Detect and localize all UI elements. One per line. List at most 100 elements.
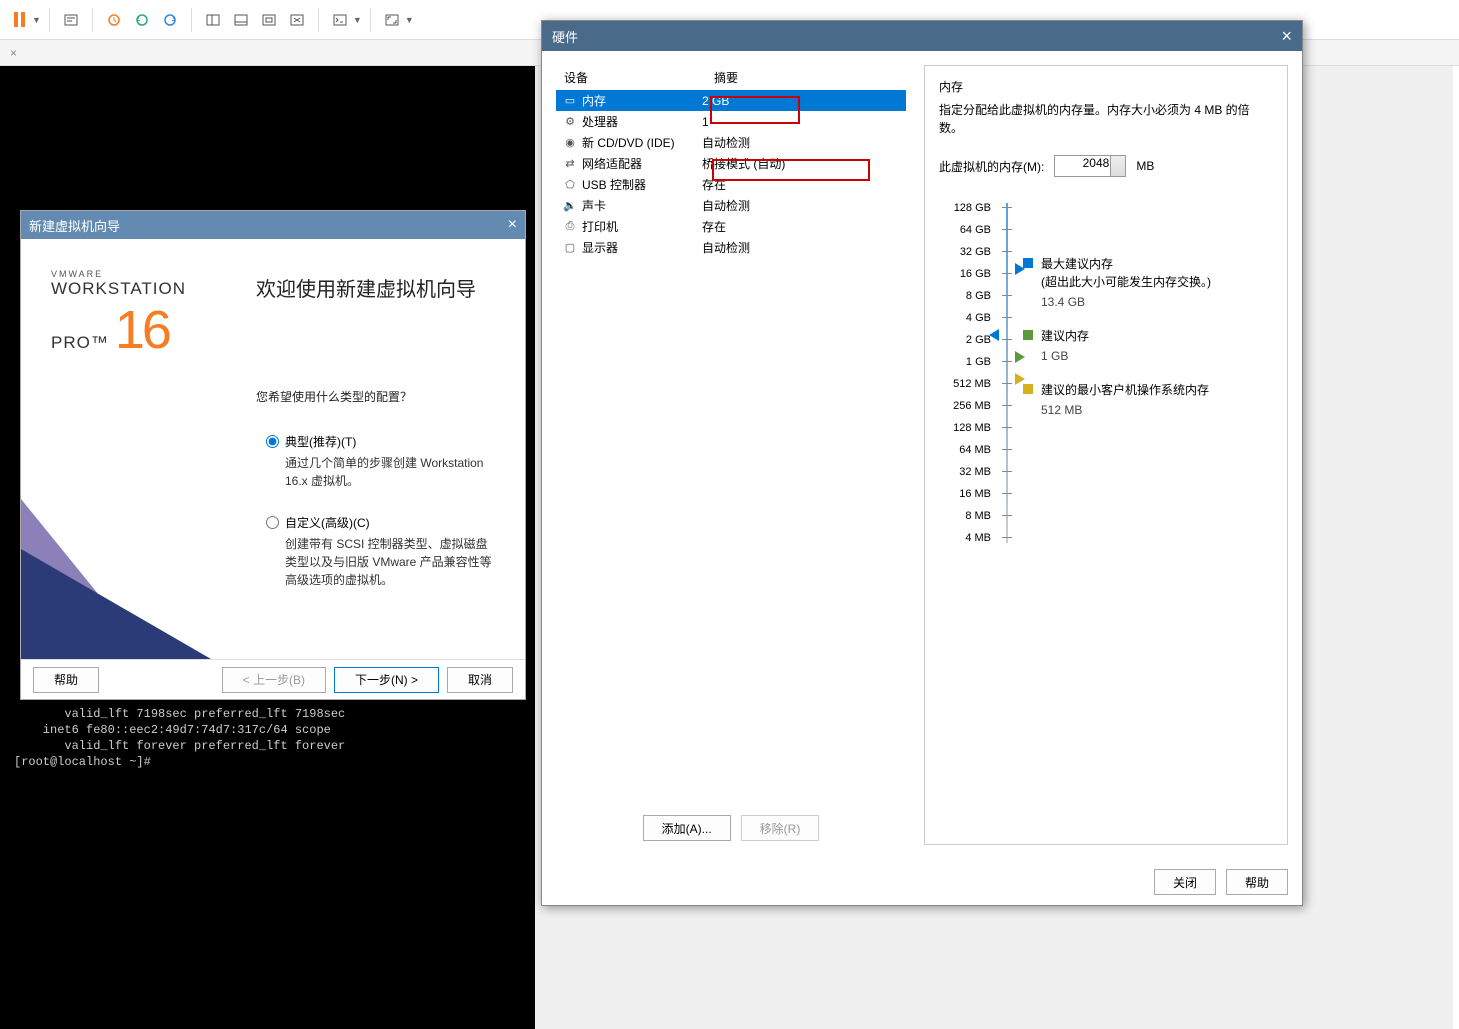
tab-close-icon[interactable]: × <box>0 46 27 60</box>
add-button[interactable]: 添加(A)... <box>643 815 731 841</box>
scale-label: 128 GB <box>939 197 991 219</box>
option-typical-desc: 通过几个简单的步骤创建 Workstation 16.x 虚拟机。 <box>285 454 495 490</box>
help-button[interactable]: 帮助 <box>33 667 99 693</box>
wizard-footer: 帮助 < 上一步(B) 下一步(N) > 取消 <box>21 659 525 699</box>
cd-icon: ◉ <box>562 135 578 151</box>
device-name: 处理器 <box>582 113 618 130</box>
hardware-footer: 关闭 帮助 <box>542 859 1302 905</box>
option-custom[interactable]: 自定义(高级)(C) 创建带有 SCSI 控制器类型、虚拟磁盘类型以及与旧版 V… <box>266 514 495 589</box>
device-summary: 自动检测 <box>702 134 750 151</box>
marker-max-icon <box>1015 263 1025 275</box>
scale-label: 16 GB <box>939 263 991 285</box>
scale-label: 2 GB <box>939 329 991 351</box>
device-name: 打印机 <box>582 218 618 235</box>
close-button[interactable]: 关闭 <box>1154 869 1216 895</box>
scale-label: 16 MB <box>939 483 991 505</box>
memory-unit: MB <box>1136 159 1154 173</box>
memory-scale-labels: 128 GB64 GB32 GB16 GB8 GB4 GB2 GB1 GB512… <box>939 197 991 549</box>
scale-label: 128 MB <box>939 417 991 439</box>
console-button[interactable] <box>327 7 353 33</box>
device-row-net[interactable]: ⇄网络适配器桥接模式 (自动) <box>556 153 906 174</box>
vmware-logo: VMWARE WORKSTATION PRO™ 16 <box>51 269 221 361</box>
memory-spinner[interactable]: 2048 <box>1054 155 1126 177</box>
device-summary: 2 GB <box>702 94 729 108</box>
device-row-cd[interactable]: ◉新 CD/DVD (IDE)自动检测 <box>556 132 906 153</box>
wizard-titlebar: 新建虚拟机向导 × <box>21 211 525 239</box>
option-custom-desc: 创建带有 SCSI 控制器类型、虚拟磁盘类型以及与旧版 VMware 产品兼容性… <box>285 535 495 589</box>
send-button[interactable] <box>58 7 84 33</box>
device-row-cpu[interactable]: ⚙处理器 1 <box>556 111 906 132</box>
split-view-button[interactable] <box>200 7 226 33</box>
radio-typical[interactable] <box>266 435 279 448</box>
single-view-button[interactable] <box>228 7 254 33</box>
remove-button: 移除(R) <box>741 815 820 841</box>
device-summary: 自动检测 <box>702 239 750 256</box>
cancel-button[interactable]: 取消 <box>447 667 513 693</box>
wizard-title-text: 新建虚拟机向导 <box>29 216 120 235</box>
device-summary: 存在 <box>702 218 726 235</box>
hardware-dialog: 硬件 × 设备 摘要 ▭内存2 GB⚙处理器1◉新 CD/DVD (IDE)自动… <box>541 20 1303 906</box>
green-square-icon <box>1023 330 1033 340</box>
dropdown-icon[interactable]: ▼ <box>32 15 41 25</box>
dropdown-icon[interactable]: ▼ <box>353 15 362 25</box>
device-summary: 存在 <box>702 176 726 193</box>
marker-current-icon <box>989 329 999 341</box>
device-row-sound[interactable]: 🔉声卡 自动检测 <box>556 195 906 216</box>
fit-guest-button[interactable] <box>256 7 282 33</box>
memory-slider-track[interactable] <box>999 197 1015 549</box>
close-icon[interactable]: × <box>1281 26 1292 47</box>
back-button: < 上一步(B) <box>222 667 326 693</box>
dropdown-icon[interactable]: ▼ <box>405 15 414 25</box>
help-button[interactable]: 帮助 <box>1226 869 1288 895</box>
scale-label: 4 MB <box>939 527 991 549</box>
option-custom-label: 自定义(高级)(C) <box>285 514 370 531</box>
hardware-titlebar: 硬件 × <box>542 21 1302 51</box>
device-row-usb[interactable]: ⬠USB 控制器存在 <box>556 174 906 195</box>
device-name: 显示器 <box>582 239 618 256</box>
net-icon: ⇄ <box>562 156 578 172</box>
memory-label: 此虚拟机的内存(M): <box>939 158 1044 175</box>
close-icon[interactable]: × <box>508 216 517 234</box>
device-summary: 桥接模式 (自动) <box>702 155 785 172</box>
manage-button[interactable] <box>157 7 183 33</box>
device-row-display[interactable]: ▢显示器 自动检测 <box>556 237 906 258</box>
wizard-question: 您希望使用什么类型的配置？ <box>256 388 495 405</box>
snapshot-button[interactable] <box>101 7 127 33</box>
device-row-memory[interactable]: ▭内存 2 GB <box>556 90 906 111</box>
usb-icon: ⬠ <box>562 177 578 193</box>
hardware-device-list: 设备 摘要 ▭内存 2 GB ⚙处理器 1 ◉新 CD/DVD (IDE)自动检测⇄网络… <box>556 65 906 845</box>
next-button[interactable]: 下一步(N) > <box>334 667 439 693</box>
scale-label: 64 MB <box>939 439 991 461</box>
scale-label: 8 GB <box>939 285 991 307</box>
panel-title: 内存 <box>939 78 1273 95</box>
pause-icon <box>14 12 25 27</box>
memory-icon: ▭ <box>562 93 578 109</box>
pause-button[interactable] <box>6 7 32 33</box>
option-typical[interactable]: 典型(推荐)(T) 通过几个简单的步骤创建 Workstation 16.x 虚… <box>266 433 495 490</box>
option-typical-label: 典型(推荐)(T) <box>285 433 356 450</box>
revert-button[interactable] <box>129 7 155 33</box>
marker-recommended-icon <box>1015 351 1025 363</box>
scale-label: 32 GB <box>939 241 991 263</box>
device-name: 内存 <box>582 92 606 109</box>
sound-icon: 🔉 <box>562 198 578 214</box>
device-list-header: 设备 摘要 <box>556 65 906 90</box>
marker-min-icon <box>1015 373 1025 385</box>
scale-label: 32 MB <box>939 461 991 483</box>
device-summary: 1 <box>702 115 709 129</box>
radio-custom[interactable] <box>266 516 279 529</box>
display-icon: ▢ <box>562 240 578 256</box>
scale-label: 4 GB <box>939 307 991 329</box>
device-name: 声卡 <box>582 197 606 214</box>
scale-label: 512 MB <box>939 373 991 395</box>
wizard-heading: 欢迎使用新建虚拟机向导 <box>256 273 495 302</box>
scale-label: 256 MB <box>939 395 991 417</box>
memory-settings-panel: 内存 指定分配给此虚拟机的内存量。内存大小必须为 4 MB 的倍数。 此虚拟机的… <box>924 65 1288 845</box>
device-row-printer[interactable]: ⎙打印机存在 <box>556 216 906 237</box>
stretch-button[interactable] <box>284 7 310 33</box>
new-vm-wizard-dialog: 新建虚拟机向导 × VMWARE WORKSTATION PRO™ 16 欢迎使… <box>20 210 526 700</box>
yellow-square-icon <box>1023 384 1033 394</box>
device-summary: 自动检测 <box>702 197 750 214</box>
fullscreen-button[interactable] <box>379 7 405 33</box>
cpu-icon: ⚙ <box>562 114 578 130</box>
